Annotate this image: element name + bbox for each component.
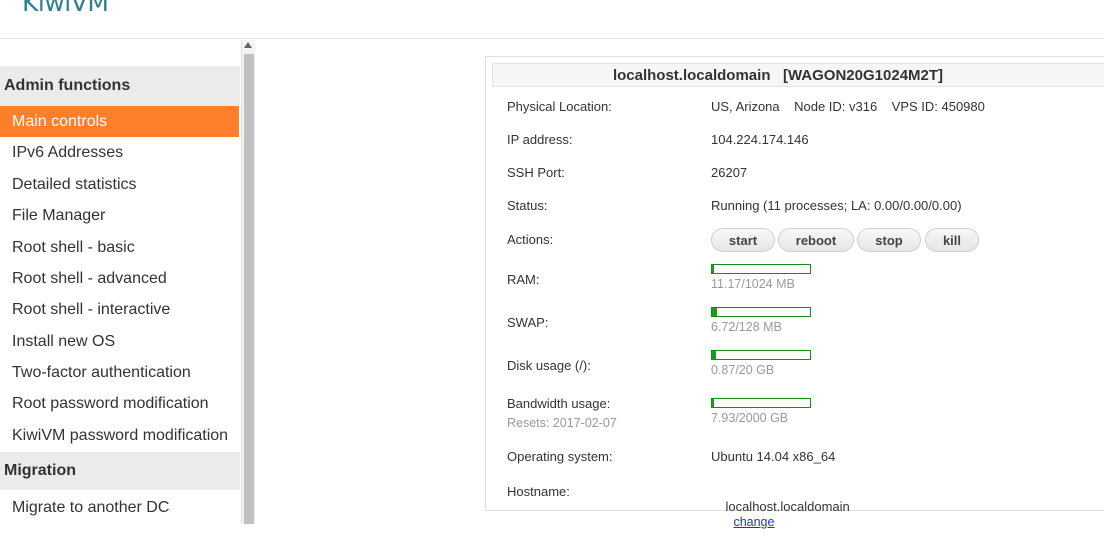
- ram-usage-fill: [712, 265, 714, 273]
- change-hostname-link[interactable]: change: [733, 515, 774, 529]
- bandwidth-resets-text: Resets: 2017-02-07: [507, 416, 617, 430]
- panel-title-bar: localhost.localdomain [WAGON20G1024M2T]: [492, 63, 1104, 87]
- sidebar: Admin functions Main controls IPv6 Addre…: [0, 40, 240, 523]
- panel-title: localhost.localdomain [WAGON20G1024M2T]: [612, 67, 944, 84]
- swap-usage-fill: [712, 308, 717, 316]
- scrollbar-thumb[interactable]: [244, 54, 254, 524]
- sidebar-item-two-factor-auth[interactable]: Two-factor authentication: [0, 357, 239, 388]
- status-value: Running (11 processes; LA: 0.00/0.00/0.0…: [711, 198, 962, 213]
- operating-system-label: Operating system:: [507, 449, 613, 464]
- disk-usage-caption: 0.87/20 GB: [711, 363, 775, 377]
- sidebar-item-kiwivm-password[interactable]: KiwiVM password modification: [0, 420, 239, 451]
- disk-usage-label: Disk usage (/):: [507, 358, 591, 373]
- section-migration: Migration: [0, 452, 240, 490]
- ram-usage-bar: [711, 264, 811, 274]
- sidebar-item-root-shell-interactive[interactable]: Root shell - interactive: [0, 294, 239, 325]
- vps-info-panel: localhost.localdomain [WAGON20G1024M2T] …: [485, 56, 1104, 529]
- bandwidth-usage-label: Bandwidth usage:: [507, 396, 611, 411]
- hostname-value: localhost.localdomain: [725, 499, 850, 514]
- physical-location-label: Physical Location:: [507, 99, 612, 114]
- status-label: Status:: [507, 198, 548, 213]
- sidebar-scrollbar[interactable]: [241, 40, 255, 524]
- sidebar-item-detailed-statistics[interactable]: Detailed statistics: [0, 169, 239, 200]
- stop-button[interactable]: stop: [857, 228, 921, 252]
- disk-usage-bar: [711, 350, 811, 360]
- sidebar-item-root-shell-basic[interactable]: Root shell - basic: [0, 232, 239, 263]
- bandwidth-usage-bar: [711, 398, 811, 408]
- hostname-row: localhost.localdomain change: [711, 484, 850, 544]
- ip-address-value: 104.224.174.146: [711, 132, 809, 147]
- bandwidth-usage-caption: 7.93/2000 GB: [711, 411, 789, 425]
- kill-button[interactable]: kill: [925, 228, 979, 252]
- sidebar-item-main-controls[interactable]: Main controls: [0, 106, 239, 137]
- start-button[interactable]: start: [711, 228, 775, 252]
- reboot-button[interactable]: reboot: [778, 228, 854, 252]
- disk-usage-fill: [712, 351, 716, 359]
- actions-label: Actions:: [507, 232, 554, 247]
- hostname-label: Hostname:: [507, 484, 570, 499]
- physical-location-value: US, Arizona Node ID: v316 VPS ID: 450980: [711, 99, 985, 114]
- swap-usage-bar: [711, 307, 811, 317]
- ssh-port-label: SSH Port:: [507, 165, 565, 180]
- operating-system-value: Ubuntu 14.04 x86_64: [711, 449, 836, 464]
- ip-address-label: IP address:: [507, 132, 573, 147]
- sidebar-item-ipv6-addresses[interactable]: IPv6 Addresses: [0, 137, 239, 168]
- sidebar-item-root-shell-advanced[interactable]: Root shell - advanced: [0, 263, 239, 294]
- sidebar-item-install-new-os[interactable]: Install new OS: [0, 326, 239, 357]
- top-header: KiwiVM: [0, 0, 1104, 39]
- kiwivm-logo[interactable]: KiwiVM: [22, 0, 109, 17]
- sidebar-item-migrate-dc[interactable]: Migrate to another DC: [0, 492, 239, 523]
- swap-usage-caption: 6.72/128 MB: [711, 320, 782, 334]
- section-admin-functions: Admin functions: [0, 66, 240, 106]
- ram-usage-caption: 11.17/1024 MB: [711, 277, 795, 291]
- scroll-up-arrow-icon[interactable]: [244, 42, 252, 48]
- sidebar-item-file-manager[interactable]: File Manager: [0, 200, 239, 231]
- bandwidth-usage-fill: [712, 399, 714, 407]
- sidebar-item-root-password[interactable]: Root password modification: [0, 388, 239, 419]
- swap-label: SWAP:: [507, 315, 549, 330]
- ssh-port-value: 26207: [711, 165, 748, 180]
- ram-label: RAM:: [507, 272, 540, 287]
